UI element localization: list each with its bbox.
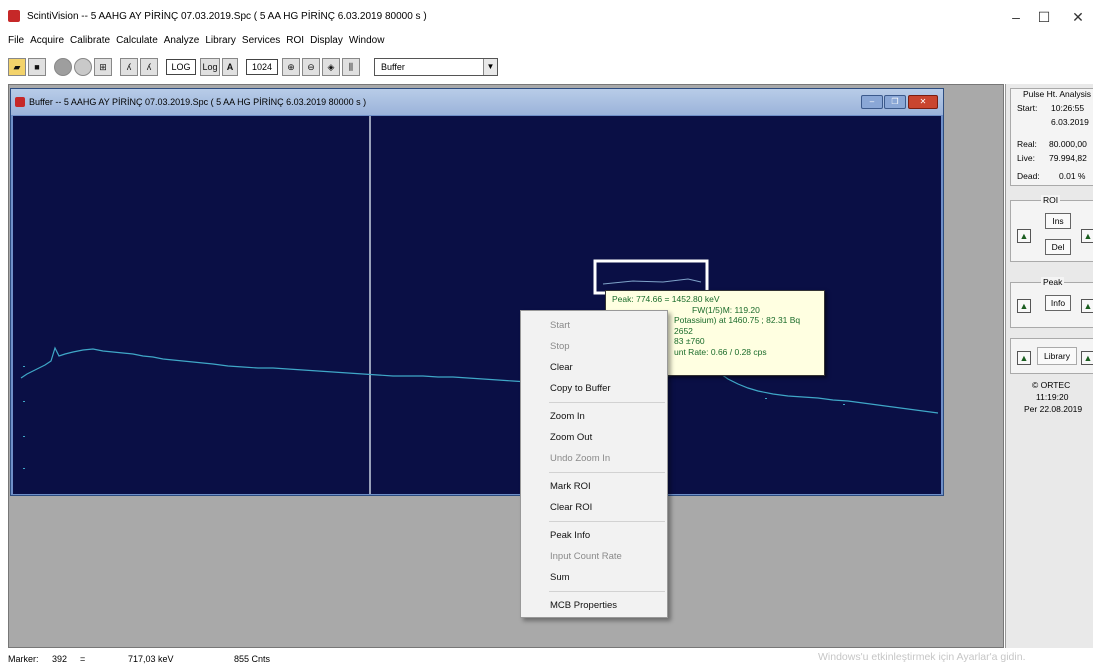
menu-services[interactable]: Services	[242, 34, 280, 50]
dead-time-value: 0.01 %	[1059, 171, 1086, 181]
fullview-icon[interactable]: ⫼	[342, 58, 360, 76]
menu-separator	[549, 591, 665, 592]
copy-to-buffer-icon[interactable]: ⊞	[94, 58, 112, 76]
menu-bar: File Acquire Calibrate Calculate Analyze…	[0, 34, 1093, 50]
menu-calibrate[interactable]: Calibrate	[70, 34, 110, 50]
menu-display[interactable]: Display	[310, 34, 343, 50]
library-group: ▲ Library ▲	[1010, 338, 1093, 374]
menu-item-copy-to-buffer[interactable]: Copy to Buffer	[521, 378, 667, 399]
library-button[interactable]: Library	[1037, 347, 1077, 365]
roi-insert-button[interactable]: Ins	[1045, 213, 1071, 229]
buffer-window-titlebar[interactable]: Buffer -- 5 AAHG AY PİRİNÇ 07.03.2019.Sp…	[11, 89, 943, 115]
tooltip-peak: Peak: 774.66 = 1452.80 keV	[612, 294, 720, 304]
start-label: Start:	[1017, 103, 1038, 113]
peak-next-icon[interactable]: ▲	[1081, 299, 1093, 313]
menu-calculate[interactable]: Calculate	[116, 34, 158, 50]
right-status-panel: Pulse Ht. Analysis Start: 10:26:55 6.03.…	[1005, 84, 1093, 648]
stop-acquire-icon[interactable]	[74, 58, 92, 76]
menu-item-stop[interactable]: Stop	[521, 336, 667, 357]
zoom-out-icon[interactable]: ⊖	[302, 58, 320, 76]
menu-item-clear[interactable]: Clear	[521, 357, 667, 378]
marker-equals: =	[80, 654, 86, 664]
menu-item-input-count-rate[interactable]: Input Count Rate	[521, 546, 667, 567]
center-icon[interactable]: ◈	[322, 58, 340, 76]
dead-label: Dead:	[1017, 171, 1040, 181]
roi-prev-icon[interactable]: ▲	[1017, 229, 1031, 243]
buffer-restore-button[interactable]: ❐	[884, 95, 906, 109]
scintivision-app: ScintiVision -- 5 AAHG AY PİRİNÇ 07.03.2…	[0, 0, 1093, 672]
menu-separator	[549, 472, 665, 473]
save-icon[interactable]: ■	[28, 58, 46, 76]
marker-counts: 855 Cnts	[234, 654, 271, 664]
real-label: Real:	[1017, 139, 1037, 149]
ortec-logo: © ORTEC	[1032, 380, 1071, 390]
peak-group-title: Peak	[1041, 277, 1065, 287]
app-icon	[8, 10, 20, 22]
menu-item-clear-roi[interactable]: Clear ROI	[521, 497, 667, 518]
zoom-in-icon[interactable]: ⊕	[282, 58, 300, 76]
spectrum-context-menu: Start Stop Clear Copy to Buffer Zoom In …	[520, 310, 668, 618]
roi-delete-button[interactable]: Del	[1045, 239, 1071, 255]
calibrate-fit-icon[interactable]: ʎ	[140, 58, 158, 76]
menu-item-undo-zoom-in[interactable]: Undo Zoom In	[521, 448, 667, 469]
marker-label: Marker:	[8, 654, 39, 664]
vertical-scale-field[interactable]: 1024	[246, 59, 278, 75]
buffer-window-icon	[15, 97, 25, 107]
menu-acquire[interactable]: Acquire	[30, 34, 64, 50]
library-prev-icon[interactable]: ▲	[1017, 351, 1031, 365]
peak-info-button[interactable]: Info	[1045, 295, 1071, 311]
roi-group-title: ROI	[1041, 195, 1061, 205]
menu-item-zoom-out[interactable]: Zoom Out	[521, 427, 667, 448]
marker-channel: 392	[52, 654, 68, 664]
activation-watermark: Windows'u etkinleştirmek için Ayarlar'a …	[818, 651, 1026, 663]
menu-item-start[interactable]: Start	[521, 315, 667, 336]
menu-separator	[549, 402, 665, 403]
toolbar: ▰ ■ ⊞ ʎ ʎ LOG Log A 1024 ⊕ ⊖ ◈ ⫼ Buffer …	[0, 52, 1093, 82]
buffer-close-button[interactable]: ✕	[908, 95, 938, 109]
log-scale-button[interactable]: Log	[200, 58, 220, 76]
start-date: 6.03.2019	[1051, 117, 1089, 127]
start-acquire-icon[interactable]	[54, 58, 72, 76]
buffer-minimize-button[interactable]: –	[861, 95, 883, 109]
menu-item-zoom-in[interactable]: Zoom In	[521, 406, 667, 427]
close-button[interactable]: ✕	[1058, 7, 1093, 27]
menu-file[interactable]: File	[8, 34, 24, 50]
chevron-down-icon[interactable]: ▼	[483, 59, 497, 75]
zoom-region-box[interactable]	[593, 259, 709, 295]
log-toggle-button[interactable]: LOG	[166, 59, 196, 75]
roi-next-icon[interactable]: ▲	[1081, 229, 1093, 243]
menu-analyze[interactable]: Analyze	[164, 34, 200, 50]
menu-window[interactable]: Window	[349, 34, 385, 50]
live-time-value: 79.994,82	[1049, 153, 1087, 163]
pulse-height-analysis-group: Pulse Ht. Analysis Start: 10:26:55 6.03.…	[1010, 88, 1093, 186]
spectrum-noise-dots	[23, 366, 845, 469]
menu-roi[interactable]: ROI	[286, 34, 304, 50]
menu-item-sum[interactable]: Sum	[521, 567, 667, 588]
zoom-region-trace	[602, 278, 702, 285]
buffer-select[interactable]: Buffer ▼	[374, 58, 498, 76]
auto-scale-button[interactable]: A	[222, 58, 238, 76]
clock-time: 11:19:20	[1036, 392, 1069, 402]
real-time-value: 80.000,00	[1049, 139, 1087, 149]
buffer-select-value: Buffer	[381, 62, 405, 72]
menu-item-mcb-properties[interactable]: MCB Properties	[521, 595, 667, 616]
menu-item-peak-info[interactable]: Peak Info	[521, 525, 667, 546]
peak-group: Peak ▲ Info ▲	[1010, 277, 1093, 328]
roi-group: ROI ▲ Ins Del ▲	[1010, 195, 1093, 262]
menu-library[interactable]: Library	[205, 34, 236, 50]
live-label: Live:	[1017, 153, 1035, 163]
library-next-icon[interactable]: ▲	[1081, 351, 1093, 365]
pha-title: Pulse Ht. Analysis	[1023, 89, 1092, 99]
clock-date: Per 22.08.2019	[1024, 404, 1083, 414]
calibrate-peak-icon[interactable]: ʎ	[120, 58, 138, 76]
start-time: 10:26:55	[1051, 103, 1085, 113]
title-bar: ScintiVision -- 5 AAHG AY PİRİNÇ 07.03.2…	[0, 0, 1093, 34]
open-file-icon[interactable]: ▰	[8, 58, 26, 76]
window-title: ScintiVision -- 5 AAHG AY PİRİNÇ 07.03.2…	[27, 11, 427, 22]
menu-item-mark-roi[interactable]: Mark ROI	[521, 476, 667, 497]
peak-prev-icon[interactable]: ▲	[1017, 299, 1031, 313]
menu-separator	[549, 521, 665, 522]
buffer-window-title: Buffer -- 5 AAHG AY PİRİNÇ 07.03.2019.Sp…	[29, 97, 367, 107]
marker-energy: 717,03 keV	[128, 654, 174, 664]
